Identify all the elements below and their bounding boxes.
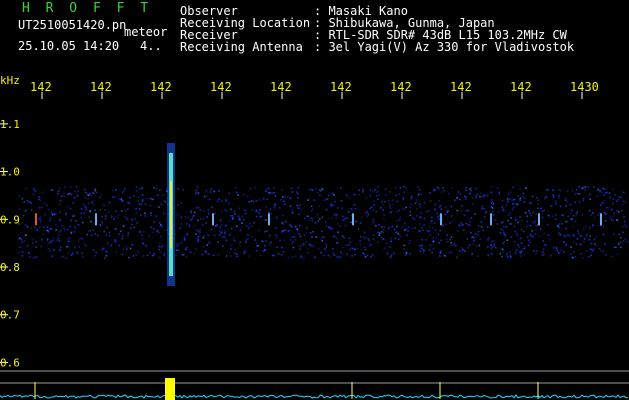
- y-tick-label: 0.9: [0, 213, 20, 226]
- y-tick-label: 0.8: [0, 261, 20, 274]
- y-axis-unit: kHz: [0, 74, 20, 87]
- carrier-mark: [538, 213, 540, 226]
- spectrum-trace: [0, 394, 629, 399]
- carrier-mark: [35, 213, 37, 226]
- carrier-mark: [600, 213, 602, 226]
- header-value-antenna: : 3el Yagi(V) Az 330 for Vladivostok: [314, 40, 575, 54]
- x-tick-label: 142: [270, 80, 292, 94]
- meteor-echo-core: [170, 181, 172, 248]
- x-tick-label: 142: [90, 80, 112, 94]
- y-tick-label: 0.6: [0, 356, 20, 369]
- x-tick-label: 142: [390, 80, 412, 94]
- app-title: H R O F F T: [22, 1, 153, 16]
- carrier-mark: [95, 213, 97, 226]
- x-tick-label: 142: [450, 80, 472, 94]
- y-tick-label: 1.1: [0, 118, 20, 131]
- x-tick-label: 142: [510, 80, 532, 94]
- carrier-mark: [212, 213, 214, 226]
- x-tick-label: 142: [150, 80, 172, 94]
- x-tick-label: 1430: [570, 80, 599, 94]
- hrofft-window: 1.1 1.0 0.9 0.8 0.7 0.6 142 142 142 142 142 142 142 1…: [0, 0, 629, 400]
- x-tick-label: 142: [330, 80, 352, 94]
- x-tick-label: 142: [30, 80, 52, 94]
- spectrum-meteor-peak: [165, 378, 175, 400]
- y-tick-label: 1.0: [0, 166, 20, 179]
- x-tick-label: 142: [210, 80, 232, 94]
- header-label-antenna: Receiving Antenna: [180, 40, 303, 54]
- observation-datetime: 25.10.05 14:20: [18, 39, 120, 53]
- carrier-mark: [440, 213, 442, 226]
- spectrogram-plot: 1.1 1.0 0.9 0.8 0.7 0.6 142 142 142 142 142 142 142 1…: [0, 80, 629, 400]
- carrier-mark: [268, 213, 270, 226]
- noise-band: [18, 185, 629, 259]
- carrier-mark: [352, 213, 354, 226]
- event-count: 4..: [140, 39, 162, 53]
- event-label: meteor: [124, 25, 168, 39]
- y-tick-label: 0.7: [0, 309, 20, 322]
- file-name: UT2510051420.pn: [18, 18, 127, 32]
- carrier-mark: [490, 213, 492, 226]
